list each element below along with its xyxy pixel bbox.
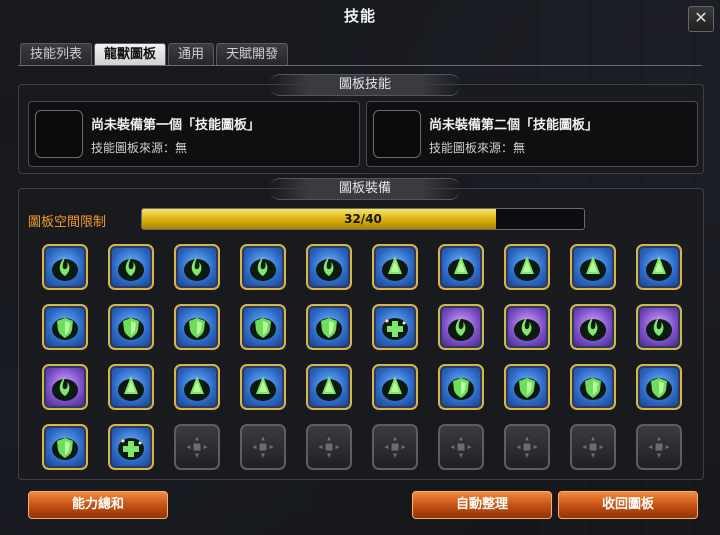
- empty-plate-slot[interactable]: [174, 424, 220, 470]
- plate-name: 尚未裝備第二個「技能圖板」: [429, 118, 599, 133]
- plate-swirl-icon[interactable]: [42, 364, 88, 410]
- ability-total-button[interactable]: 能力總和: [28, 491, 168, 519]
- plate-shield-icon[interactable]: [42, 304, 88, 350]
- tab-divider: [18, 65, 702, 66]
- plate-shield-icon[interactable]: [240, 304, 286, 350]
- plate-source: 技能圖板來源：無: [429, 141, 526, 155]
- plate-cone-icon[interactable]: [438, 244, 484, 290]
- empty-plate-slot[interactable]: [438, 424, 484, 470]
- plate-cone-icon[interactable]: [306, 364, 352, 410]
- plate-heal-icon[interactable]: [372, 304, 418, 350]
- tab-general[interactable]: 通用: [168, 43, 215, 66]
- capacity-text: 32/40: [344, 212, 382, 226]
- plate-cone-icon[interactable]: [504, 244, 550, 290]
- plate-swirl-icon[interactable]: [504, 304, 550, 350]
- plate-shield-icon[interactable]: [504, 364, 550, 410]
- plate-swirl-icon[interactable]: [306, 244, 352, 290]
- plate-cone-icon[interactable]: [372, 364, 418, 410]
- plate-heal-icon[interactable]: [108, 424, 154, 470]
- plate-slot-1[interactable]: [35, 110, 83, 158]
- plate-swirl-icon[interactable]: [570, 304, 616, 350]
- plate-shield-icon[interactable]: [570, 364, 616, 410]
- empty-plate-slot[interactable]: [240, 424, 286, 470]
- empty-plate-slot[interactable]: [306, 424, 352, 470]
- plate-shield-icon[interactable]: [108, 304, 154, 350]
- plate-shield-icon[interactable]: [438, 364, 484, 410]
- tab-talent[interactable]: 天賦開發: [216, 43, 289, 66]
- capacity-bar: 32/40: [141, 208, 585, 230]
- plate-swirl-icon[interactable]: [174, 244, 220, 290]
- plate-name: 尚未裝備第一個「技能圖板」: [91, 118, 261, 133]
- plate-shield-icon[interactable]: [42, 424, 88, 470]
- capacity-label: 圖板空間限制: [28, 215, 107, 230]
- empty-plate-slot[interactable]: [504, 424, 550, 470]
- tab-skill-list[interactable]: 技能列表: [20, 43, 93, 66]
- plate-cone-icon[interactable]: [240, 364, 286, 410]
- plate-swirl-icon[interactable]: [636, 304, 682, 350]
- skill-window: 技能 ✕ 技能列表 龍獸圖板 通用 天賦開發 圖板技能 尚未裝備第一個「技能圖板…: [0, 0, 720, 535]
- plate-shield-icon[interactable]: [174, 304, 220, 350]
- plate-slot-2[interactable]: [373, 110, 421, 158]
- empty-plate-slot[interactable]: [636, 424, 682, 470]
- plate-swirl-icon[interactable]: [108, 244, 154, 290]
- plate-cone-icon[interactable]: [372, 244, 418, 290]
- plate-shield-icon[interactable]: [636, 364, 682, 410]
- plate-swirl-icon[interactable]: [240, 244, 286, 290]
- close-icon[interactable]: ✕: [688, 6, 714, 32]
- plate-skills-header: 圖板技能: [270, 74, 460, 96]
- plate-swirl-icon[interactable]: [438, 304, 484, 350]
- empty-plate-slot[interactable]: [372, 424, 418, 470]
- plate-source: 技能圖板來源：無: [91, 141, 188, 155]
- plate-shield-icon[interactable]: [306, 304, 352, 350]
- plate-card-1: 尚未裝備第一個「技能圖板」 技能圖板來源：無: [28, 101, 360, 167]
- plate-swirl-icon[interactable]: [42, 244, 88, 290]
- plate-cone-icon[interactable]: [636, 244, 682, 290]
- retrieve-plates-button[interactable]: 收回圖板: [558, 491, 698, 519]
- plate-cone-icon[interactable]: [108, 364, 154, 410]
- plate-card-2: 尚未裝備第二個「技能圖板」 技能圖板來源：無: [366, 101, 698, 167]
- plate-equip-header: 圖板裝備: [270, 178, 460, 200]
- tab-dragon-plate[interactable]: 龍獸圖板: [94, 43, 167, 66]
- tab-bar: 技能列表 龍獸圖板 通用 天賦開發: [20, 43, 289, 66]
- empty-plate-slot[interactable]: [570, 424, 616, 470]
- plate-cone-icon[interactable]: [570, 244, 616, 290]
- plate-cone-icon[interactable]: [174, 364, 220, 410]
- window-title: 技能: [343, 7, 376, 25]
- auto-sort-button[interactable]: 自動整理: [412, 491, 552, 519]
